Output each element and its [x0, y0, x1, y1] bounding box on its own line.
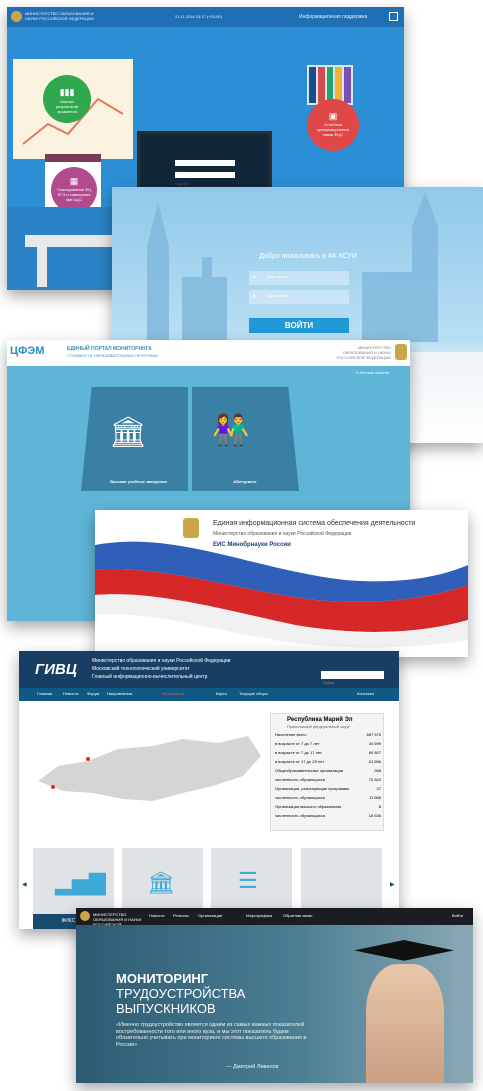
search-placeholder: Поиск: [323, 680, 335, 685]
region-panel: Республика Марий Эл Приволжский федераль…: [270, 713, 384, 831]
coat-of-arms-icon: [11, 11, 22, 22]
org-line1: Министерство образования и науки Российс…: [92, 658, 231, 664]
screenshot-givc: ГИВЦ Министерство образования и науки Ро…: [19, 651, 399, 929]
login-field[interactable]: Логин: [175, 160, 235, 174]
flag-ribbon: [95, 541, 468, 648]
password-placeholder: Ваш пароль: [267, 293, 290, 298]
bar-chart-icon: ▮▮▮: [59, 87, 75, 97]
nav-map[interactable]: Карта: [216, 691, 227, 697]
bar-chart-icon: ▂▅▇: [55, 870, 106, 895]
submit-button[interactable]: ВОЙТИ: [249, 318, 349, 333]
header-bar: МИНИСТЕРСТВО ОБРАЗОВАНИЯ И НАУКИ РОССИЙС…: [7, 7, 404, 27]
portal-logo: ЦФЭМ: [10, 345, 45, 357]
planning-label: Планирование ФЦ ЕГЭ и совещания при ЦЦС: [56, 187, 92, 202]
nav-organizations[interactable]: Организации: [198, 913, 222, 919]
nav-news[interactable]: Новости: [63, 691, 78, 697]
nav-current[interactable]: Текущие сборы: [239, 691, 268, 697]
cabinet-label: Личный кабинет: [359, 370, 390, 375]
university-icon: 🏛: [109, 416, 148, 449]
login-input[interactable]: ● Ваш логин: [249, 271, 349, 285]
hero-quote: «Именно трудоустройство является одним и…: [116, 1022, 307, 1048]
desk: [25, 235, 120, 247]
nav-news[interactable]: Новости: [149, 913, 164, 919]
tile-applicant-label: Абитуриент: [233, 479, 257, 484]
nav-home[interactable]: Главная: [37, 691, 52, 697]
nav-infographics[interactable]: Инфографика: [246, 913, 272, 919]
briefcase-icon: ▣: [328, 111, 338, 121]
analysis-label: Анализ результатов экзаменов: [55, 99, 79, 114]
screenshot-eis: Единая информационная система обеспечени…: [95, 510, 468, 657]
hero-title-3: ВЫПУСКНИКОВ: [116, 1001, 216, 1016]
ministry-label: МИНИСТЕРСТВО ОБРАЗОВАНИЯ И НАУКИ РОССИЙС…: [25, 11, 94, 21]
region-stats: Население всего 687 575 в возрасте от 7 д…: [275, 732, 381, 823]
students-icon: 👫: [212, 414, 250, 447]
russia-map: [38, 736, 261, 801]
carousel-next-icon[interactable]: ▶: [390, 881, 395, 888]
tile-universities-label: Высшие учебные заведения: [110, 479, 167, 484]
region-district: Приволжский федеральный округ: [287, 724, 350, 729]
reports-button[interactable]: ▣ Отчетные организационные связи ФЦС: [307, 99, 359, 151]
nav-contacts[interactable]: Контакты: [357, 691, 374, 697]
carousel-prev-icon[interactable]: ◀: [22, 881, 27, 888]
hero-quote-author: — Дмитрий Ливанов: [226, 1064, 279, 1070]
coat-of-arms-icon: [80, 911, 90, 921]
password-field-label: Пароль: [175, 181, 189, 186]
welcome-title: Добро пожаловать в АК КСУИ: [259, 253, 357, 260]
graduate-photo: [366, 964, 444, 1083]
login-placeholder: Ваш логин: [267, 274, 287, 279]
givc-logo: ГИВЦ: [35, 661, 77, 678]
org-line3: Главный информационно-вычислительный цен…: [92, 674, 208, 680]
coat-of-arms-icon: [395, 344, 407, 360]
stat-row: численность обучающихся 18 636: [275, 813, 381, 823]
nav-feedback[interactable]: Обратная связь: [283, 913, 312, 919]
stat-label: численность обучающихся: [275, 813, 325, 818]
password-field[interactable]: Пароль: [175, 172, 235, 186]
analysis-button[interactable]: ▮▮▮ Анализ результатов экзаменов: [43, 75, 91, 123]
stat-value: 18 636: [368, 813, 381, 818]
nav-directions[interactable]: Направления: [107, 691, 132, 697]
hero-title-1: МОНИТОРИНГ: [116, 971, 209, 986]
server-icon: ☰: [238, 868, 258, 893]
portal-title: ЕДИНЫЙ ПОРТАЛ МОНИТОРИНГА: [67, 346, 152, 352]
tile-applicant[interactable]: 👫 Абитуриент: [192, 387, 299, 491]
datetime-label: 21.11.2016 13:17 (+03:00): [175, 14, 222, 19]
givc-header: ГИВЦ Министерство образования и науки Ро…: [19, 651, 399, 688]
org-line2: Московский технологический университет: [92, 666, 190, 672]
search-input[interactable]: Поиск: [321, 671, 384, 685]
login-link[interactable]: Войти: [452, 913, 463, 919]
nav-regions[interactable]: Регионы: [173, 913, 189, 919]
screenshot-employment-monitoring: МИНИСТЕРСТВО ОБРАЗОВАНИЯ И НАУКИ РОССИЙС…: [76, 908, 473, 1083]
nav-monitoring[interactable]: Мониторинг: [162, 691, 184, 697]
site-topbar: МИНИСТЕРСТВО ОБРАЗОВАНИЯ И НАУКИ РОССИЙС…: [76, 908, 473, 931]
portal-subtitle: СТОИМОСТИ ОБРАЗОВАТЕЛЬНЫХ ПРОГРАММ: [67, 353, 158, 358]
lock-icon: ■: [253, 293, 256, 298]
ministry-label: МИНИСТЕРСТВО ОБРАЗОВАНИЯ И НАУКИ РОССИЙС…: [336, 345, 391, 360]
support-link[interactable]: Информационная поддержка: [299, 14, 367, 20]
portal-header: ЦФЭМ ЕДИНЫЙ ПОРТАЛ МОНИТОРИНГА СТОИМОСТИ…: [7, 340, 410, 366]
nav-forum[interactable]: Форум: [87, 691, 99, 697]
calendar-icon: ▦: [69, 176, 79, 186]
reports-label: Отчетные организационные связи ФЦС: [316, 122, 350, 137]
givc-nav: Главная Новости Форум Направления Монито…: [19, 688, 399, 701]
password-input[interactable]: ■ Ваш пароль: [249, 290, 349, 304]
hero-title-2: ТРУДОУСТРОЙСТВА: [116, 986, 246, 1001]
institution-icon: 🏛: [147, 870, 175, 895]
logout-icon[interactable]: [389, 12, 398, 21]
desk-leg: [37, 247, 47, 287]
tile-universities[interactable]: 🏛 Высшие учебные заведения: [81, 387, 188, 491]
cabinet-link[interactable]: ⇥ Личный кабинет: [355, 370, 390, 376]
user-icon: ●: [253, 274, 256, 279]
